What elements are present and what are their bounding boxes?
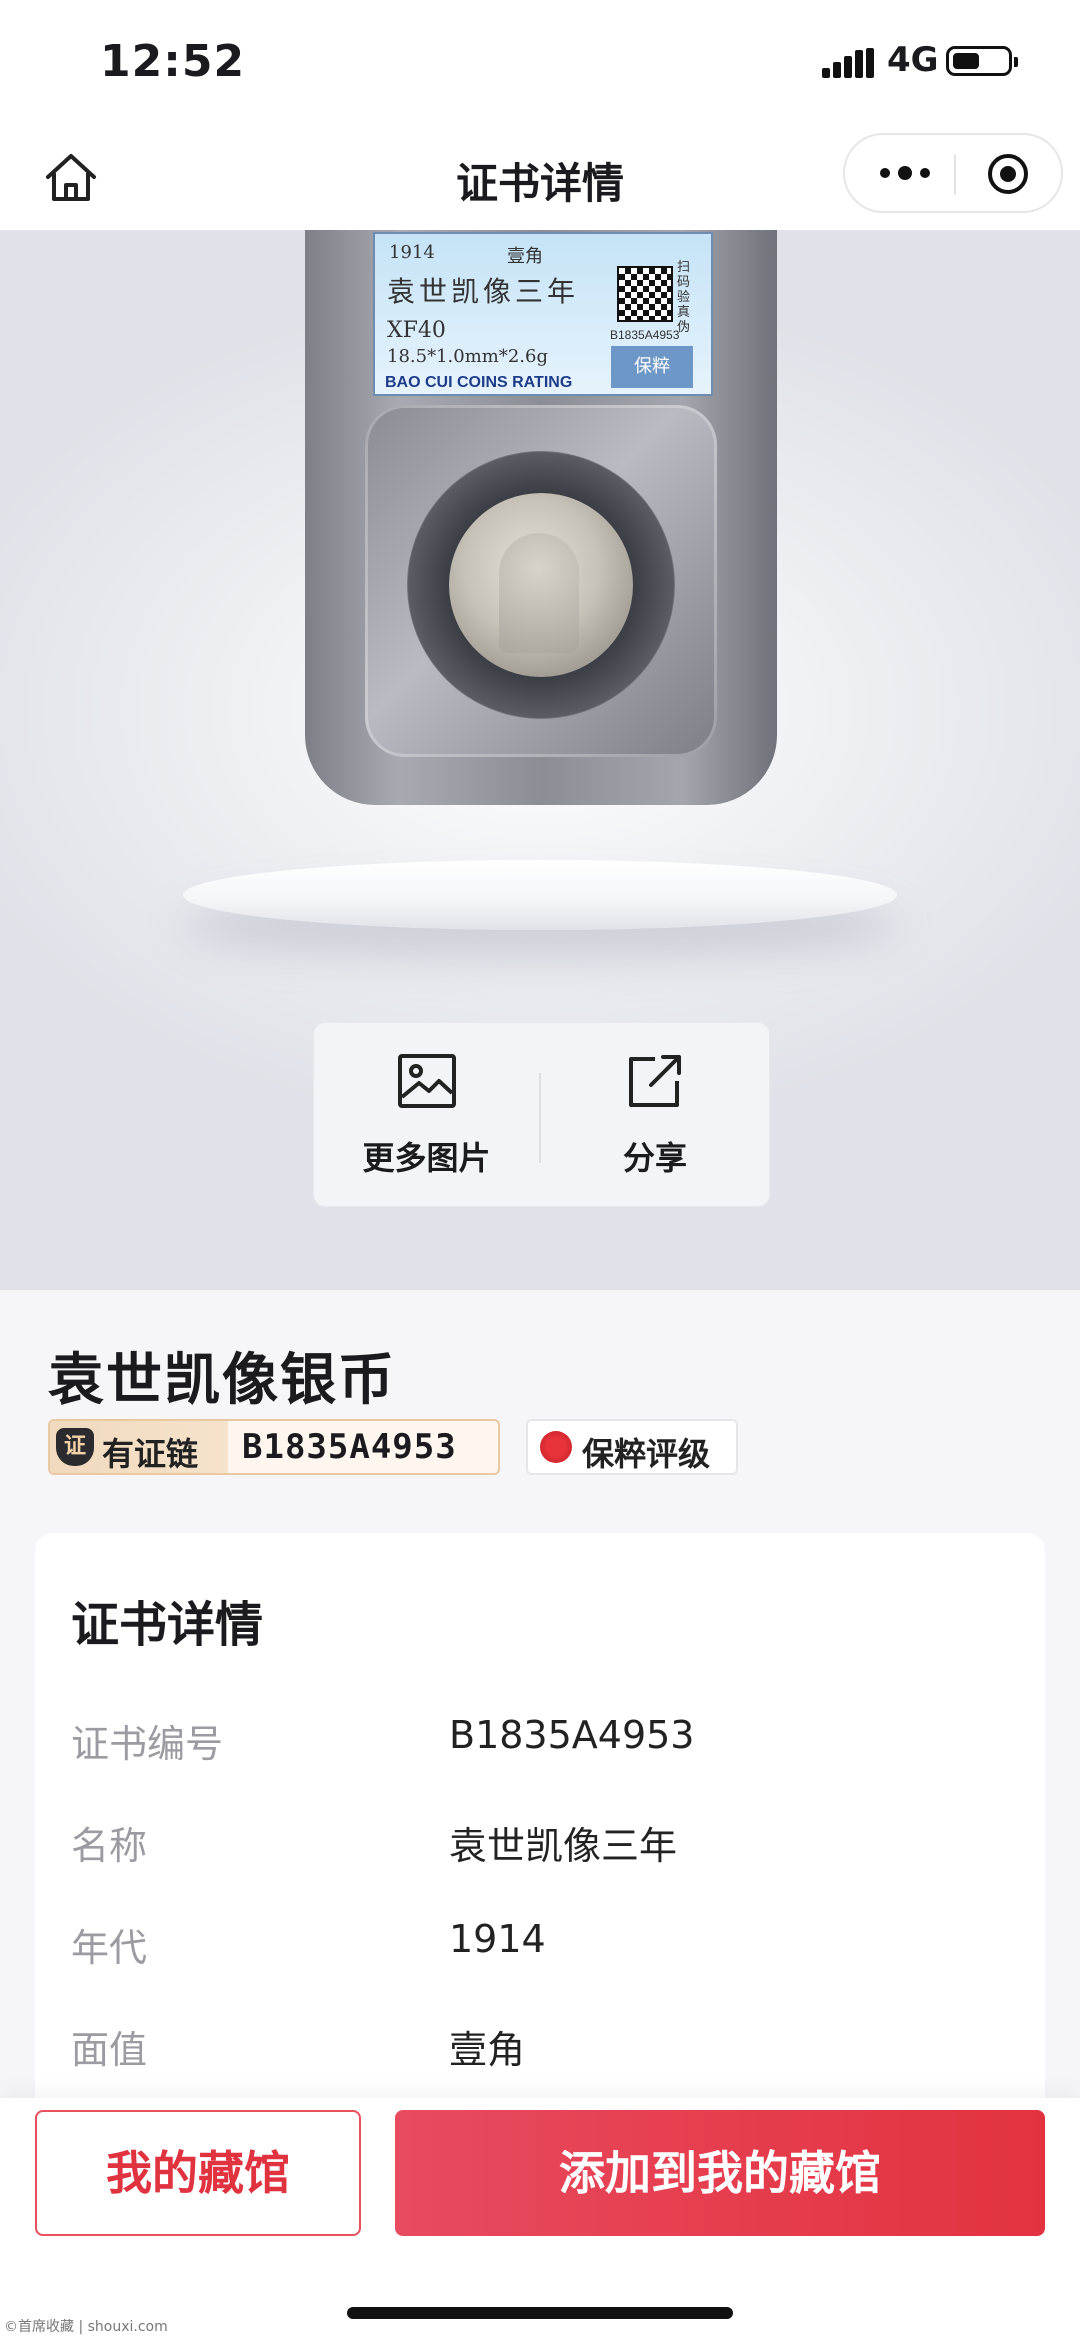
detail-label: 年代	[71, 1926, 148, 1970]
status-bar: 12:52 4G	[0, 0, 1080, 125]
detail-value: 壹角	[449, 2028, 526, 2072]
item-title: 袁世凯像银币	[48, 1348, 396, 1413]
close-miniprogram-icon[interactable]	[985, 151, 1031, 197]
coin-slab-image[interactable]: 1914 壹角 袁世凯像三年 XF40 18.5*1.0mm*2.6g BAO …	[305, 230, 777, 805]
slab-label: 1914 壹角 袁世凯像三年 XF40 18.5*1.0mm*2.6g BAO …	[373, 232, 713, 396]
label-year: 1914	[389, 242, 435, 263]
detail-value: B1835A4953	[449, 1713, 695, 1757]
home-indicator[interactable]	[347, 2307, 733, 2319]
status-time: 12:52	[100, 36, 246, 87]
qr-code	[617, 266, 673, 322]
share-button[interactable]: 分享	[541, 1023, 769, 1206]
label-spec: 18.5*1.0mm*2.6g	[387, 346, 548, 367]
nav-bar: 证书详情	[0, 125, 1080, 230]
watermark: ©首席收藏 | shouxi.com	[4, 2319, 168, 2335]
grader-badge[interactable]: 保粹评级	[526, 1419, 738, 1475]
cert-chain-badge[interactable]: 证 有证链 B1835A4953	[48, 1419, 500, 1475]
network-type: 4G	[887, 40, 939, 80]
grader-logo-icon	[540, 1431, 572, 1463]
image-icon	[397, 1054, 456, 1108]
grader-logo: 保粹	[611, 346, 693, 388]
share-icon	[629, 1055, 681, 1107]
detail-row: 名称 袁世凯像三年	[71, 1815, 1011, 1875]
coin-portrait	[499, 533, 579, 653]
display-pedestal	[183, 860, 897, 930]
add-to-collection-button[interactable]: 添加到我的藏馆	[395, 2110, 1045, 2236]
label-name: 袁世凯像三年	[387, 275, 580, 308]
label-grade: XF40	[387, 318, 446, 343]
cert-chain-label: 有证链	[102, 1435, 199, 1473]
details-title: 证书详情	[71, 1597, 264, 1653]
detail-row: 证书编号 B1835A4953	[71, 1713, 1011, 1773]
more-images-label: 更多图片	[362, 1139, 491, 1177]
detail-label: 面值	[71, 2028, 148, 2072]
coin	[449, 493, 633, 677]
product-hero: 1914 壹角 袁世凯像三年 XF40 18.5*1.0mm*2.6g BAO …	[0, 230, 1080, 1290]
cert-chain-number: B1835A4953	[242, 1427, 457, 1467]
detail-label: 名称	[71, 1824, 148, 1868]
image-actions: 更多图片 分享	[313, 1022, 770, 1207]
detail-row: 面值 壹角	[71, 2019, 1011, 2079]
detail-label: 证书编号	[71, 1722, 224, 1766]
battery-icon	[946, 46, 1018, 76]
more-icon[interactable]	[875, 158, 935, 188]
cert-shield-icon: 证	[56, 1428, 94, 1466]
label-cert-number: B1835A4953	[610, 328, 680, 342]
label-brand: BAO CUI COINS RATING	[385, 374, 573, 391]
grader-name: 保粹评级	[582, 1435, 711, 1473]
share-label: 分享	[622, 1139, 687, 1177]
label-scan-text: 扫码验真伪	[677, 260, 691, 335]
signal-icon	[822, 48, 876, 78]
cert-chain-tag: 证 有证链	[50, 1421, 228, 1473]
coin-window	[365, 405, 717, 757]
detail-value: 袁世凯像三年	[449, 1824, 678, 1868]
capsule-divider	[954, 155, 956, 195]
more-images-button[interactable]: 更多图片	[314, 1023, 539, 1206]
detail-value: 1914	[449, 1917, 546, 1961]
my-collection-button[interactable]: 我的藏馆	[35, 2110, 361, 2236]
miniprogram-capsule	[843, 133, 1063, 213]
bottom-action-bar: 我的藏馆 添加到我的藏馆	[0, 2098, 1080, 2337]
label-denomination: 壹角	[507, 246, 543, 267]
detail-row: 年代 1914	[71, 1917, 1011, 1977]
